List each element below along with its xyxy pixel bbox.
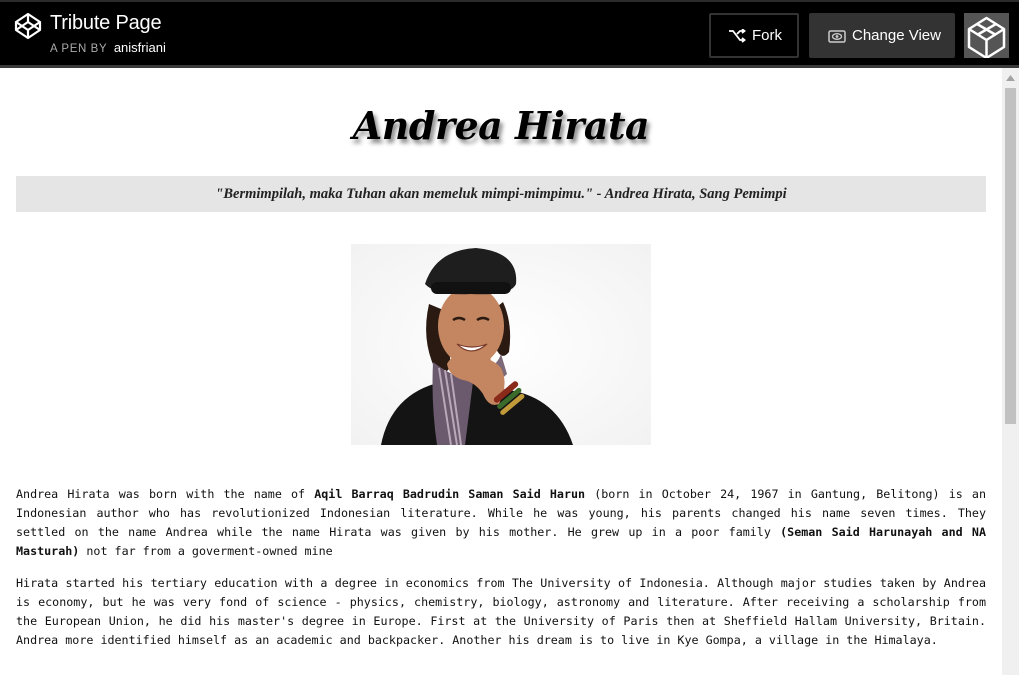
bio1-part3: not far from a goverment-owned mine <box>79 544 333 558</box>
vertical-scrollbar[interactable] <box>1002 68 1019 675</box>
quote-text: "Bermimpilah, maka Tuhan akan memeluk mi… <box>215 185 787 202</box>
birth-name: Aqil Barraq Badrudin Saman Said Harun <box>314 487 586 501</box>
pen-byline: A PEN BY anisfriani <box>50 40 166 55</box>
scrollbar-thumb[interactable] <box>1005 88 1016 424</box>
pen-header: Tribute Page A PEN BY anisfriani Fork Ch… <box>0 0 1019 68</box>
change-view-button[interactable]: Change View <box>809 13 955 58</box>
portrait-image <box>351 244 651 445</box>
avatar-logo-icon <box>964 13 1009 58</box>
author-link[interactable]: anisfriani <box>114 40 166 55</box>
scroll-up-arrow-icon[interactable] <box>1002 72 1019 84</box>
bio-paragraph-1: Andrea Hirata was born with the name of … <box>16 485 986 561</box>
bio-paragraph-2: Hirata started his tertiary education wi… <box>16 576 986 647</box>
fork-label: Fork <box>752 27 782 44</box>
fork-button[interactable]: Fork <box>709 13 799 58</box>
bio1-part1: Andrea Hirata was born with the name of <box>16 487 315 501</box>
tribute-content: Andrea Hirata "Bermimpilah, maka Tuhan a… <box>0 68 1002 675</box>
fork-icon <box>729 28 746 43</box>
change-view-label: Change View <box>852 27 941 44</box>
user-avatar[interactable] <box>964 13 1009 58</box>
quote-banner: "Bermimpilah, maka Tuhan akan memeluk mi… <box>16 176 986 212</box>
eye-icon <box>828 29 846 43</box>
pen-title[interactable]: Tribute Page <box>50 12 162 35</box>
byline-prefix: A PEN BY <box>50 43 108 55</box>
codepen-logo-icon[interactable] <box>13 11 43 41</box>
page-title: Andrea Hirata <box>352 103 650 148</box>
